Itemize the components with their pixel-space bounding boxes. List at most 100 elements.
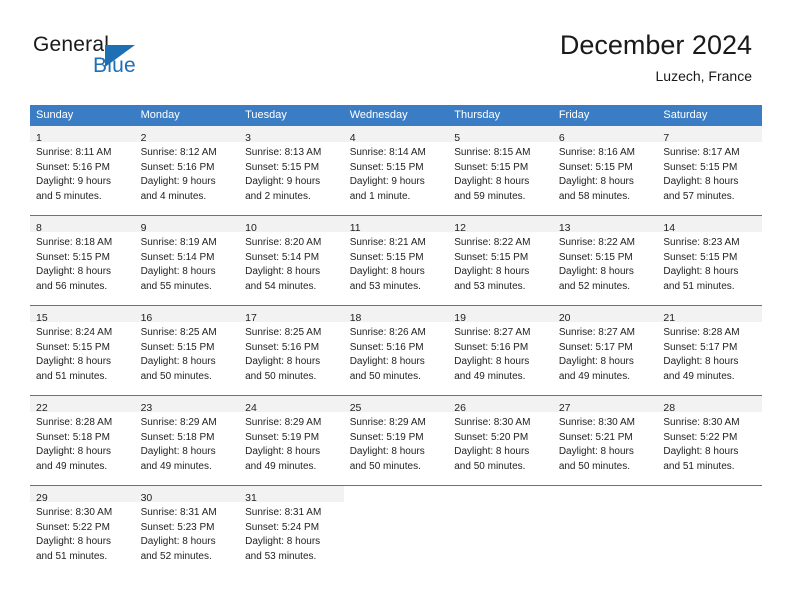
day-number: 30: [140, 492, 153, 504]
daylight-text-line1: Daylight: 8 hours: [245, 356, 321, 367]
day-cell[interactable]: 24 Sunrise: 8:29 AM Sunset: 5:19 PM Dayligh…: [239, 395, 344, 486]
day-cell[interactable]: 7 Sunrise: 8:17 AM Sunset: 5:15 PM Daylight…: [657, 126, 762, 216]
daylight-text-line2: and 51 minutes.: [663, 460, 735, 472]
day-cell[interactable]: 14 Sunrise: 8:23 AM Sunset: 5:15 PM Dayligh…: [657, 215, 762, 306]
day-cell[interactable]: 28 Sunrise: 8:30 AM Sunset: 5:22 PM Dayligh…: [657, 395, 762, 486]
daylight-text-line2: and 59 minutes.: [454, 190, 526, 202]
sunset-text: Sunset: 5:19 PM: [349, 431, 424, 443]
daylight-text-line1: Daylight: 9 hours: [140, 176, 216, 187]
sunset-text: Sunset: 5:15 PM: [36, 341, 110, 353]
day-cell[interactable]: 5 Sunrise: 8:15 AM Sunset: 5:15 PM Daylight…: [448, 126, 553, 216]
sunset-text: Sunset: 5:16 PM: [140, 161, 215, 173]
day-cell[interactable]: 6 Sunrise: 8:16 AM Sunset: 5:15 PM Daylight…: [552, 126, 658, 216]
day-cell[interactable]: 8 Sunrise: 8:18 AM Sunset: 5:15 PM Daylight…: [30, 215, 135, 306]
day-cell[interactable]: 25 Sunrise: 8:29 AM Sunset: 5:19 PM Dayligh…: [343, 395, 449, 486]
daylight-text-line1: Daylight: 8 hours: [663, 446, 739, 457]
general-blue-logo[interactable]: General Blue: [33, 33, 203, 83]
sunset-text: Sunset: 5:17 PM: [558, 341, 633, 353]
day-cell-empty: [448, 485, 553, 575]
sunrise-text: Sunrise: 8:23 AM: [663, 237, 740, 248]
day-cell[interactable]: 19 Sunrise: 8:27 AM Sunset: 5:16 PM Dayligh…: [448, 305, 553, 396]
sunrise-text: Sunrise: 8:27 AM: [454, 327, 531, 338]
weekday-header-sunday: Sunday: [30, 105, 135, 126]
page-subtitle: Luzech, France: [655, 68, 753, 84]
day-cell[interactable]: 27 Sunrise: 8:30 AM Sunset: 5:21 PM Dayligh…: [552, 395, 658, 486]
day-cell[interactable]: 20 Sunrise: 8:27 AM Sunset: 5:17 PM Dayligh…: [552, 305, 658, 396]
sunrise-sunset-calendar: Sunday Monday Tuesday Wednesday Thursday…: [30, 105, 762, 575]
daylight-text-line1: Daylight: 8 hours: [36, 536, 112, 547]
day-cell[interactable]: 4 Sunrise: 8:14 AM Sunset: 5:15 PM Daylight…: [343, 126, 449, 216]
daylight-text-line2: and 57 minutes.: [663, 190, 735, 202]
daylight-text-line1: Daylight: 8 hours: [36, 356, 112, 367]
daylight-text-line2: and 58 minutes.: [558, 190, 630, 202]
day-number: 3: [245, 132, 251, 144]
day-number: 8: [36, 222, 42, 234]
day-cell[interactable]: 16 Sunrise: 8:25 AM Sunset: 5:15 PM Dayligh…: [134, 305, 240, 396]
sunset-text: Sunset: 5:15 PM: [140, 341, 215, 353]
day-cell[interactable]: 17 Sunrise: 8:25 AM Sunset: 5:16 PM Dayligh…: [239, 305, 344, 396]
day-cell[interactable]: 1 Sunrise: 8:11 AM Sunset: 5:16 PM Daylight…: [30, 126, 135, 216]
calendar-week-row: 1 Sunrise: 8:11 AM Sunset: 5:16 PM Daylight…: [30, 126, 762, 216]
sunset-text: Sunset: 5:14 PM: [140, 251, 215, 263]
day-number: 20: [558, 312, 571, 324]
day-cell[interactable]: 29 Sunrise: 8:30 AM Sunset: 5:22 PM Dayligh…: [30, 485, 135, 575]
calendar-week-row: 8 Sunrise: 8:18 AM Sunset: 5:15 PM Daylight…: [30, 215, 762, 306]
sunset-text: Sunset: 5:22 PM: [663, 431, 738, 443]
day-cell[interactable]: 15 Sunrise: 8:24 AM Sunset: 5:15 PM Dayligh…: [30, 305, 135, 396]
sunrise-text: Sunrise: 8:11 AM: [36, 147, 112, 158]
daylight-text-line1: Daylight: 8 hours: [558, 356, 634, 367]
day-number: 10: [245, 222, 257, 234]
day-number: 18: [349, 312, 362, 324]
sunrise-text: Sunrise: 8:29 AM: [245, 417, 322, 428]
day-cell[interactable]: 9 Sunrise: 8:19 AM Sunset: 5:14 PM Daylight…: [134, 215, 240, 306]
day-cell[interactable]: 26 Sunrise: 8:30 AM Sunset: 5:20 PM Dayligh…: [448, 395, 553, 486]
daylight-text-line2: and 1 minute.: [349, 190, 411, 202]
day-number: 14: [663, 222, 676, 234]
day-number: 28: [663, 402, 676, 414]
daylight-text-line1: Daylight: 8 hours: [454, 446, 530, 457]
daylight-text-line1: Daylight: 8 hours: [558, 176, 634, 187]
sunrise-text: Sunrise: 8:29 AM: [349, 417, 426, 428]
daylight-text-line2: and 53 minutes.: [245, 550, 317, 562]
day-cell[interactable]: 18 Sunrise: 8:26 AM Sunset: 5:16 PM Dayligh…: [343, 305, 449, 396]
day-number: 5: [454, 132, 461, 144]
day-cell[interactable]: 23 Sunrise: 8:29 AM Sunset: 5:18 PM Dayligh…: [134, 395, 240, 486]
sunset-text: Sunset: 5:15 PM: [36, 251, 110, 263]
daylight-text-line1: Daylight: 8 hours: [245, 446, 321, 457]
sunset-text: Sunset: 5:18 PM: [140, 431, 215, 443]
daylight-text-line2: and 52 minutes.: [140, 550, 212, 562]
sunrise-text: Sunrise: 8:30 AM: [454, 417, 531, 428]
daylight-text-line2: and 49 minutes.: [558, 370, 630, 382]
sunrise-text: Sunrise: 8:27 AM: [558, 327, 635, 338]
day-cell[interactable]: 10 Sunrise: 8:20 AM Sunset: 5:14 PM Dayligh…: [239, 215, 344, 306]
sunset-text: Sunset: 5:15 PM: [558, 161, 633, 173]
daylight-text-line1: Daylight: 8 hours: [663, 356, 739, 367]
sunrise-text: Sunrise: 8:30 AM: [36, 507, 113, 518]
day-cell[interactable]: 13 Sunrise: 8:22 AM Sunset: 5:15 PM Dayligh…: [552, 215, 658, 306]
sunset-text: Sunset: 5:15 PM: [245, 161, 320, 173]
sunrise-text: Sunrise: 8:28 AM: [663, 327, 740, 338]
day-cell[interactable]: 2 Sunrise: 8:12 AM Sunset: 5:16 PM Daylight…: [134, 126, 240, 216]
day-cell[interactable]: 12 Sunrise: 8:22 AM Sunset: 5:15 PM Dayligh…: [448, 215, 553, 306]
day-number: 17: [245, 312, 257, 324]
sunrise-text: Sunrise: 8:12 AM: [140, 147, 217, 158]
daylight-text-line1: Daylight: 8 hours: [245, 266, 321, 277]
day-number: 26: [454, 402, 466, 414]
day-cell[interactable]: 21 Sunrise: 8:28 AM Sunset: 5:17 PM Dayligh…: [657, 305, 762, 396]
day-cell[interactable]: 3 Sunrise: 8:13 AM Sunset: 5:15 PM Daylight…: [239, 126, 344, 216]
day-cell[interactable]: 30 Sunrise: 8:31 AM Sunset: 5:23 PM Dayligh…: [134, 485, 240, 575]
day-cell-empty: [657, 485, 762, 575]
day-number: 31: [245, 492, 257, 504]
day-cell[interactable]: 22 Sunrise: 8:28 AM Sunset: 5:18 PM Dayligh…: [30, 395, 135, 486]
sunset-text: Sunset: 5:16 PM: [36, 161, 110, 173]
sunrise-text: Sunrise: 8:24 AM: [36, 327, 113, 338]
daylight-text-line2: and 2 minutes.: [245, 190, 311, 202]
day-number: 25: [349, 402, 362, 414]
day-cell[interactable]: 11 Sunrise: 8:21 AM Sunset: 5:15 PM Dayligh…: [343, 215, 449, 306]
daylight-text-line2: and 49 minutes.: [245, 460, 317, 472]
day-cell-empty: [343, 485, 449, 575]
page-title: December 2024: [559, 30, 752, 60]
sunset-text: Sunset: 5:15 PM: [663, 161, 738, 173]
daylight-text-line1: Daylight: 8 hours: [454, 266, 530, 277]
day-cell[interactable]: 31 Sunrise: 8:31 AM Sunset: 5:24 PM Dayligh…: [239, 485, 344, 575]
